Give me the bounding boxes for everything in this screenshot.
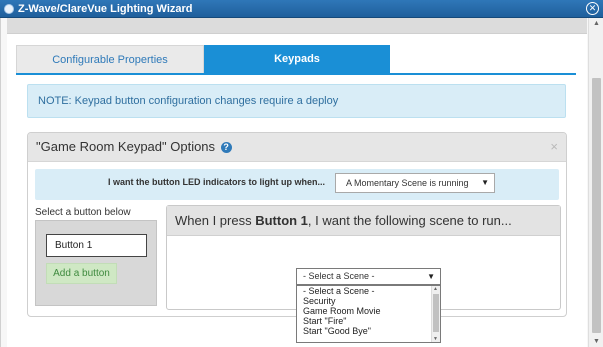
- led-indicator-value: A Momentary Scene is running: [346, 178, 469, 188]
- scene-option[interactable]: Security: [297, 296, 440, 306]
- scrollbar-thumb[interactable]: [592, 78, 601, 333]
- dialog-top-band: [7, 18, 587, 34]
- scene-option[interactable]: Start "Good Bye": [297, 326, 440, 336]
- scroll-down-icon[interactable]: ▼: [433, 336, 438, 342]
- dialog-scrollbar[interactable]: ▲ ▼: [588, 18, 603, 347]
- tab-underline: [16, 73, 576, 75]
- scene-select[interactable]: - Select a Scene - ▼: [296, 268, 441, 285]
- scene-option[interactable]: - Select a Scene -: [297, 286, 440, 296]
- panel-title: "Game Room Keypad" Options: [36, 139, 216, 154]
- scene-prompt: When I press Button 1, I want the follow…: [167, 206, 560, 236]
- title-bar: Z-Wave/ClareVue Lighting Wizard ✕: [0, 0, 603, 18]
- scroll-up-icon[interactable]: ▲: [593, 20, 600, 27]
- scene-select-value: - Select a Scene -: [303, 271, 375, 281]
- scene-prompt-suffix: , I want the following scene to run...: [307, 213, 512, 228]
- scroll-up-icon[interactable]: ▲: [433, 286, 438, 292]
- chevron-down-icon: ▼: [427, 272, 435, 281]
- chevron-down-icon: ▼: [481, 178, 489, 187]
- scene-option[interactable]: Game Room Movie: [297, 306, 440, 316]
- add-button[interactable]: Add a button: [46, 263, 117, 284]
- scene-prompt-button: Button 1: [255, 213, 308, 228]
- scene-option[interactable]: Start "Fire": [297, 316, 440, 326]
- close-icon[interactable]: ✕: [586, 2, 599, 15]
- tab-configurable-properties[interactable]: Configurable Properties: [16, 45, 204, 73]
- scroll-down-icon[interactable]: ▼: [593, 338, 600, 345]
- deploy-note: NOTE: Keypad button configuration change…: [27, 84, 566, 118]
- panel-close-icon[interactable]: ×: [550, 133, 558, 161]
- app-icon: [4, 3, 14, 14]
- tab-bar: Configurable Properties Keypads: [16, 45, 391, 73]
- led-indicator-select[interactable]: A Momentary Scene is running ▼: [335, 173, 495, 193]
- led-indicator-label: I want the button LED indicators to ligh…: [108, 177, 325, 187]
- dropdown-scrollbar[interactable]: ▲ ▼: [431, 286, 440, 342]
- scene-prompt-prefix: When I press: [175, 213, 256, 228]
- tab-keypads[interactable]: Keypads: [204, 45, 390, 73]
- panel-header: "Game Room Keypad" Options ? ×: [28, 133, 566, 162]
- help-icon[interactable]: ?: [220, 142, 232, 153]
- scene-dropdown-list[interactable]: - Select a Scene - Security Game Room Mo…: [296, 285, 441, 343]
- select-button-label: Select a button below: [35, 207, 131, 218]
- dropdown-scrollbar-thumb[interactable]: [433, 294, 439, 332]
- button-list: Button 1 Add a button: [35, 220, 157, 306]
- led-indicator-row: I want the button LED indicators to ligh…: [35, 169, 559, 200]
- keypad-button-item[interactable]: Button 1: [46, 234, 147, 257]
- window-title: Z-Wave/ClareVue Lighting Wizard: [18, 2, 193, 15]
